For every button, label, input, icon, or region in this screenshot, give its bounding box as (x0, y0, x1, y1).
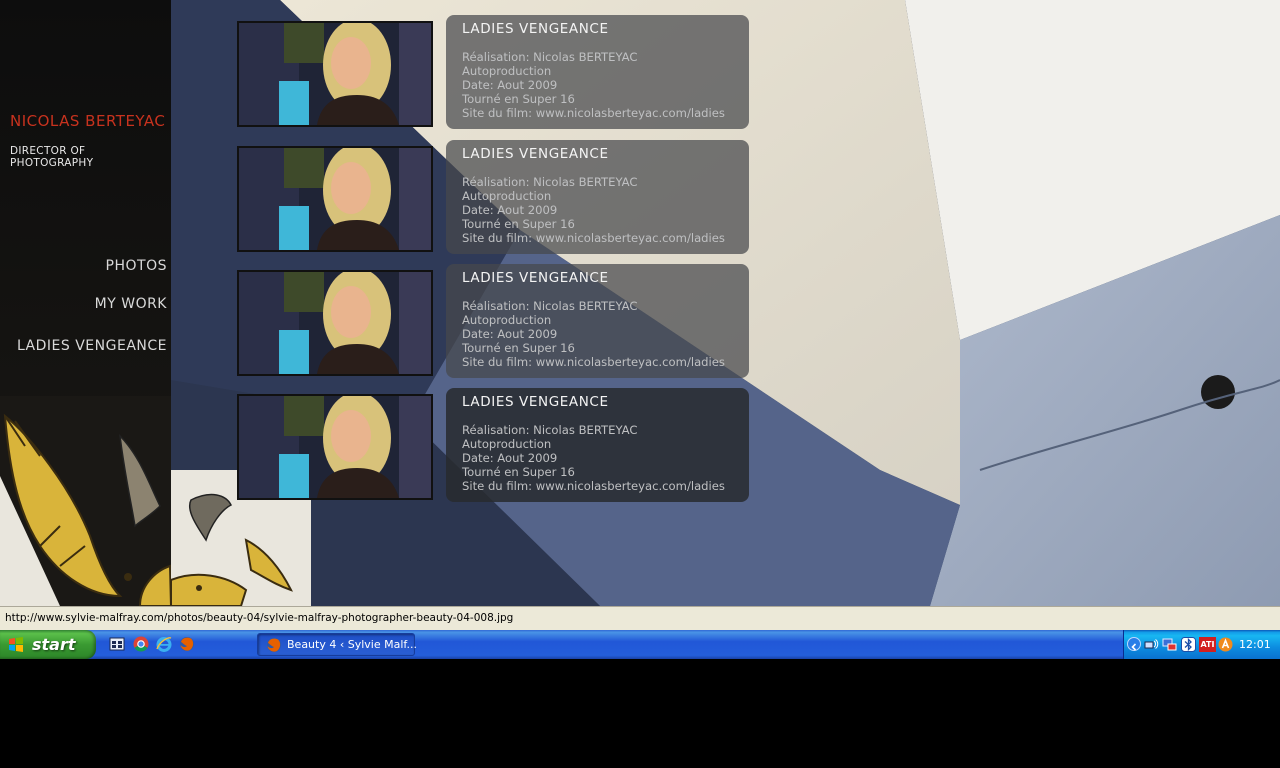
film-title: LADIES VENGEANCE (462, 21, 609, 37)
film-title: LADIES VENGEANCE (462, 146, 609, 162)
taskbar-window-title: Beauty 4 ‹ Sylvie Malf... (287, 638, 417, 651)
film-title: LADIES VENGEANCE (462, 270, 609, 286)
taskbar: start Beauty 4 ‹ Sylvie Malf... ATI 12:0… (0, 630, 1280, 659)
fish-illustration (0, 396, 171, 606)
system-tray: ATI 12:01 (1123, 630, 1280, 659)
empty-screen-area (0, 659, 1280, 768)
show-hidden-icons-button[interactable] (1127, 637, 1141, 651)
film-production: Autoproduction (462, 64, 552, 78)
nav-my-work[interactable]: MY WORK (95, 296, 167, 312)
browser-status-bar: http://www.sylvie-malfray.com/photos/bea… (0, 606, 1280, 630)
film-production: Autoproduction (462, 189, 552, 203)
site-title[interactable]: NICOLAS BERTEYAC (10, 112, 165, 130)
nav-photos[interactable]: PHOTOS (106, 258, 167, 274)
film-site-link[interactable]: Site du film: www.nicolasberteyac.com/la… (462, 355, 749, 369)
sidebar: NICOLAS BERTEYAC DIRECTOR OF PHOTOGRAPHY… (0, 0, 171, 606)
film-info-panel: LADIES VENGEANCE Réalisation: Nicolas BE… (446, 140, 749, 254)
film-site-link[interactable]: Site du film: www.nicolasberteyac.com/la… (462, 231, 749, 245)
film-director: Réalisation: Nicolas BERTEYAC (462, 423, 638, 437)
film-card: LADIES VENGEANCE Réalisation: Nicolas BE… (237, 388, 749, 502)
bluetooth-icon[interactable] (1181, 637, 1196, 652)
film-still-image (239, 396, 431, 498)
film-title: LADIES VENGEANCE (462, 394, 609, 410)
film-info-panel: LADIES VENGEANCE Réalisation: Nicolas BE… (446, 388, 749, 502)
film-format: Tourné en Super 16 (462, 341, 575, 355)
ati-icon[interactable]: ATI (1199, 637, 1216, 652)
browser-page: NICOLAS BERTEYAC DIRECTOR OF PHOTOGRAPHY… (0, 0, 1280, 606)
clock[interactable]: 12:01 (1239, 638, 1271, 651)
chevron-left-icon (1131, 643, 1137, 651)
internet-explorer-icon[interactable] (156, 636, 172, 652)
film-date: Date: Aout 2009 (462, 203, 558, 217)
nav-ladies-vengeance[interactable]: LADIES VENGEANCE (17, 338, 167, 354)
film-production: Autoproduction (462, 437, 552, 451)
film-thumbnail[interactable] (237, 270, 433, 376)
film-thumbnail[interactable] (237, 146, 433, 252)
film-card: LADIES VENGEANCE Réalisation: Nicolas BE… (237, 15, 749, 129)
film-production: Autoproduction (462, 313, 552, 327)
start-button[interactable]: start (0, 630, 96, 659)
start-label: start (32, 635, 76, 654)
site-subtitle: DIRECTOR OF PHOTOGRAPHY (10, 145, 94, 169)
film-date: Date: Aout 2009 (462, 78, 558, 92)
firefox-icon[interactable] (179, 636, 195, 652)
film-director: Réalisation: Nicolas BERTEYAC (462, 50, 638, 64)
chrome-icon[interactable] (133, 636, 149, 652)
film-thumbnail[interactable] (237, 21, 433, 127)
film-still-image (239, 148, 431, 250)
network-icon[interactable] (1144, 637, 1159, 652)
film-still-image (239, 23, 431, 125)
windows-logo-icon (9, 637, 23, 652)
film-format: Tourné en Super 16 (462, 217, 575, 231)
film-card: LADIES VENGEANCE Réalisation: Nicolas BE… (237, 140, 749, 254)
monitor-icon[interactable] (1162, 637, 1177, 652)
avast-icon[interactable] (1218, 637, 1233, 652)
film-site-link[interactable]: Site du film: www.nicolasberteyac.com/la… (462, 106, 749, 120)
film-format: Tourné en Super 16 (462, 92, 575, 106)
film-format: Tourné en Super 16 (462, 465, 575, 479)
film-site-link[interactable]: Site du film: www.nicolasberteyac.com/la… (462, 479, 749, 493)
film-director: Réalisation: Nicolas BERTEYAC (462, 299, 638, 313)
firefox-icon (267, 638, 281, 652)
film-info-panel: LADIES VENGEANCE Réalisation: Nicolas BE… (446, 264, 749, 378)
show-desktop-icon[interactable] (109, 636, 125, 652)
film-thumbnail[interactable] (237, 394, 433, 500)
film-card: LADIES VENGEANCE Réalisation: Nicolas BE… (237, 264, 749, 378)
film-still-image (239, 272, 431, 374)
taskbar-window-button[interactable]: Beauty 4 ‹ Sylvie Malf... (257, 633, 417, 656)
film-date: Date: Aout 2009 (462, 451, 558, 465)
film-director: Réalisation: Nicolas BERTEYAC (462, 175, 638, 189)
film-info-panel: LADIES VENGEANCE Réalisation: Nicolas BE… (446, 15, 749, 129)
film-date: Date: Aout 2009 (462, 327, 558, 341)
status-url: http://www.sylvie-malfray.com/photos/bea… (5, 612, 514, 624)
